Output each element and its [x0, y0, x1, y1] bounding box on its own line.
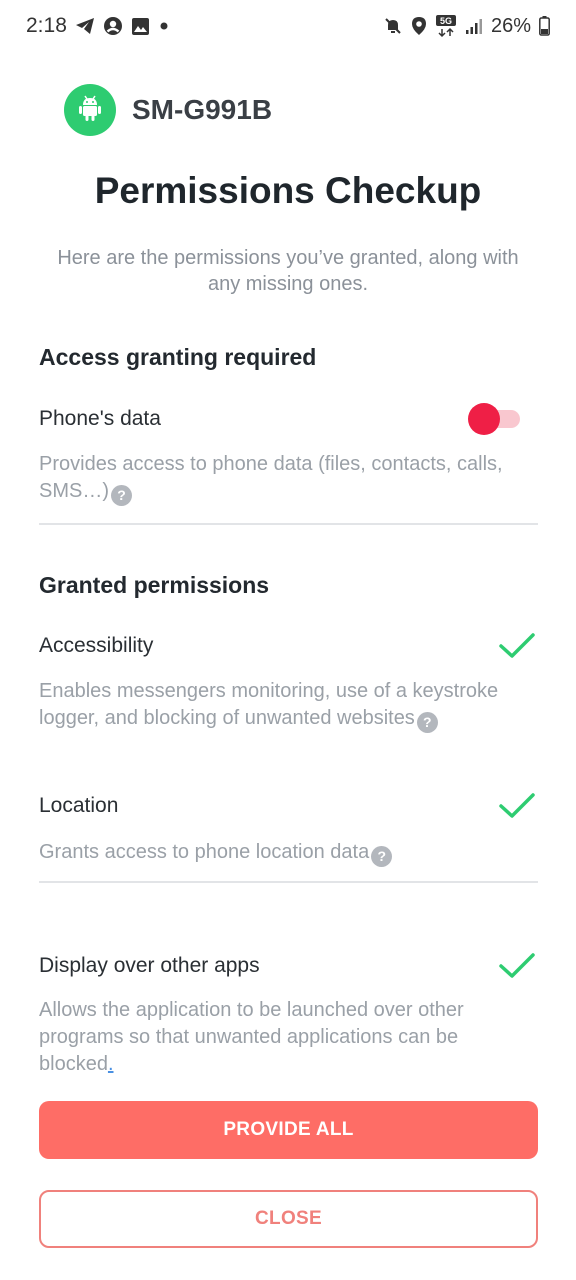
svg-text:5G: 5G: [440, 16, 452, 26]
android-icon: [77, 94, 103, 127]
device-header: SM-G991B: [64, 84, 272, 136]
learn-more-link[interactable]: .: [108, 1053, 114, 1075]
network-5g-icon: 5G: [435, 14, 457, 38]
battery-percent: 26%: [490, 14, 531, 37]
perm-desc-location: Grants access to phone location data?: [39, 839, 519, 867]
divider: [39, 523, 538, 525]
page-subtitle: Here are the permissions you’ve granted,…: [57, 247, 519, 295]
perm-desc-text: Provides access to phone data (files, co…: [39, 453, 503, 502]
account-icon: [103, 16, 123, 36]
perm-desc-text: Grants access to phone location data: [39, 841, 370, 863]
perm-desc-text: Allows the application to be launched ov…: [39, 999, 464, 1075]
status-right: 5G 26%: [383, 14, 550, 38]
device-name: SM-G991B: [132, 94, 273, 125]
notification-dot-icon: [158, 20, 170, 32]
divider: [39, 881, 538, 883]
required-section-title: Access granting required: [39, 344, 317, 370]
page-title: Permissions Checkup: [94, 170, 482, 211]
location-icon: [411, 16, 427, 36]
provide-all-button[interactable]: PROVIDE ALL: [39, 1101, 538, 1159]
status-time: 2:18: [26, 14, 67, 37]
perm-name-accessibility: Accessibility: [39, 634, 154, 657]
battery-icon: [539, 16, 550, 36]
perm-name-phone-data: Phone's data: [39, 407, 161, 430]
check-icon: [499, 633, 535, 658]
help-icon[interactable]: ?: [111, 485, 132, 506]
perm-desc-accessibility: Enables messengers monitoring, use of a …: [39, 678, 519, 733]
check-icon: [499, 953, 535, 978]
status-left: 2:18: [26, 14, 170, 38]
image-icon: [131, 17, 150, 36]
status-bar: 2:18 5G 26%: [0, 0, 576, 54]
device-avatar: [64, 84, 116, 136]
help-icon[interactable]: ?: [416, 712, 438, 733]
perm-desc-display-over-apps: Allows the application to be launched ov…: [39, 997, 519, 1078]
mute-icon: [383, 16, 403, 36]
perm-name-location: Location: [39, 794, 119, 817]
close-button[interactable]: CLOSE: [39, 1190, 538, 1248]
help-icon[interactable]: ?: [371, 846, 393, 867]
check-icon: [499, 793, 535, 818]
phone-data-toggle[interactable]: [468, 403, 520, 435]
signal-icon: [465, 17, 483, 35]
telegram-icon: [75, 17, 95, 35]
granted-section-title: Granted permissions: [39, 572, 270, 598]
perm-name-display-over-apps: Display over other apps: [39, 954, 260, 977]
toggle-knob: [468, 403, 500, 435]
perm-desc-phone-data: Provides access to phone data (files, co…: [39, 451, 519, 506]
